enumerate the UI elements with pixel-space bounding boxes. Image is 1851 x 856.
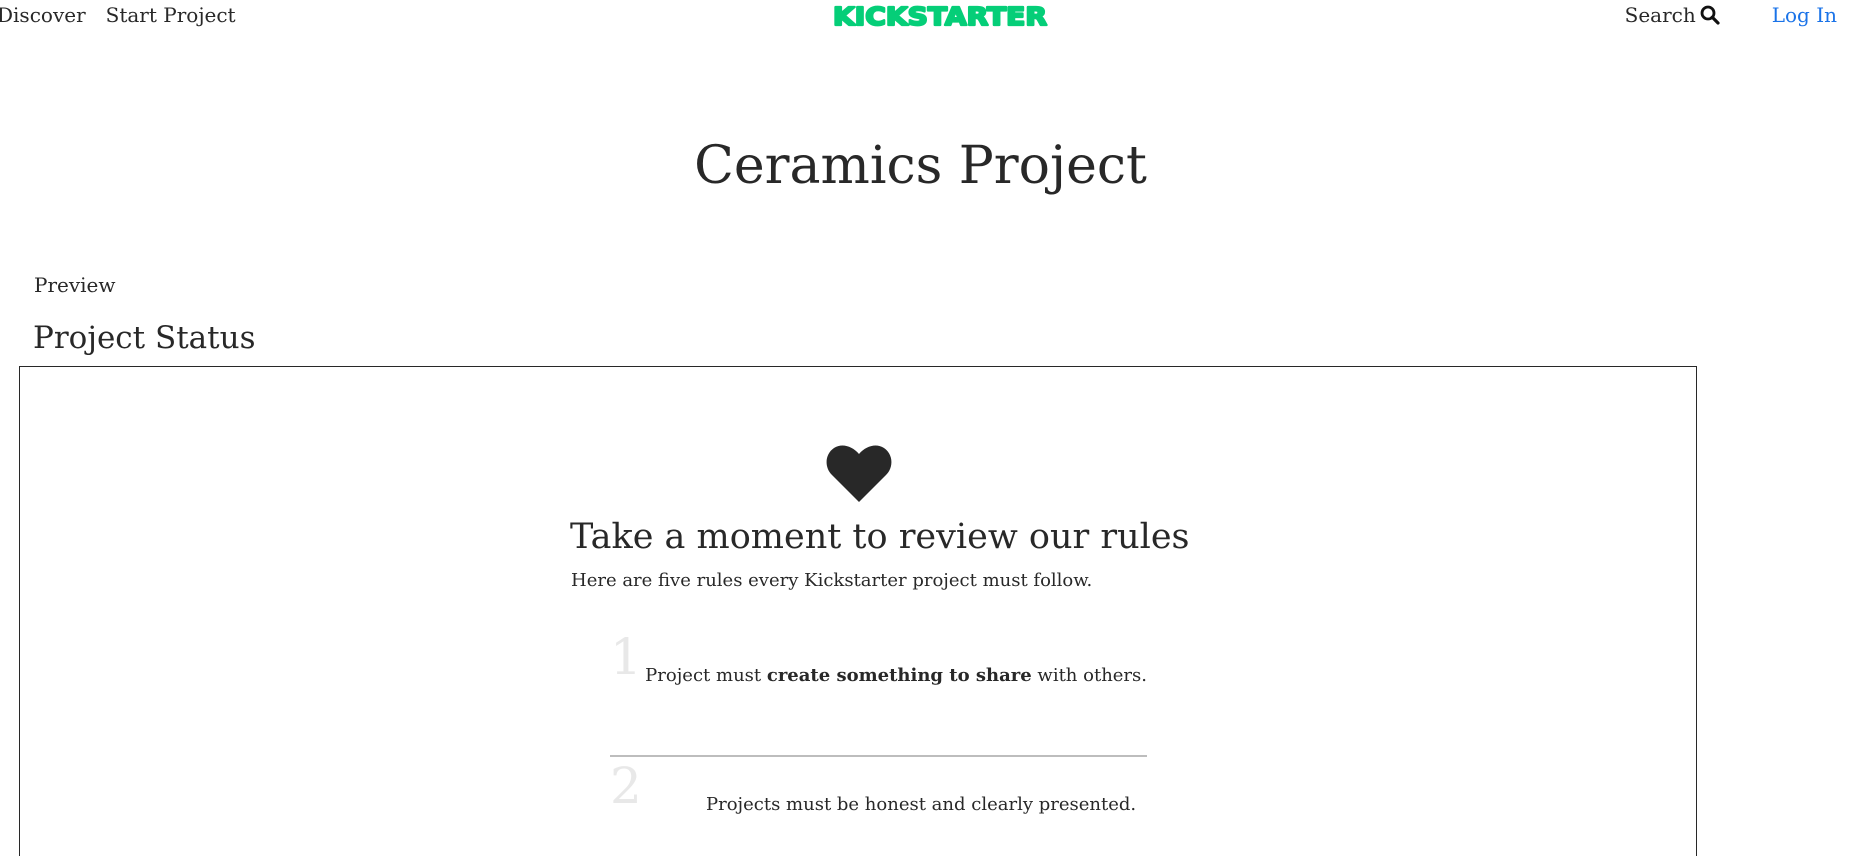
rule-number: 1 bbox=[610, 628, 642, 686]
preview-label: Preview bbox=[34, 273, 116, 297]
rule-text: Projects must be honest and clearly pres… bbox=[706, 794, 1136, 815]
nav-start-project[interactable]: Start Project bbox=[106, 3, 236, 27]
header-nav: Discover Start Project bbox=[0, 0, 236, 30]
rule-text-end: with others. bbox=[1031, 665, 1147, 686]
heart-icon bbox=[826, 445, 892, 502]
rule-text-start: Project must bbox=[645, 665, 767, 686]
page: Discover Start Project KICKSTARTER Searc… bbox=[0, 0, 1851, 856]
header-actions: Search Log In bbox=[1625, 0, 1851, 30]
page-title: Ceramics Project bbox=[0, 136, 1851, 196]
search-icon bbox=[1700, 5, 1720, 25]
login-link[interactable]: Log In bbox=[1772, 3, 1837, 27]
rule-text-start: Projects must be honest and clearly pres… bbox=[706, 794, 1137, 815]
page-title-text: Ceramics Project bbox=[694, 136, 1147, 196]
kickstarter-logo[interactable]: KICKSTARTER bbox=[832, 2, 1048, 30]
rule-text-emphasis: create something to share bbox=[766, 665, 1032, 686]
search-button[interactable]: Search bbox=[1625, 3, 1720, 27]
rule-number: 2 bbox=[610, 757, 642, 815]
logo-text: KICKSTARTER bbox=[833, 2, 1047, 30]
rule-item: 1 Project must create something to share… bbox=[610, 627, 1147, 757]
rule-text: Project must create something to share w… bbox=[645, 665, 1147, 686]
search-label: Search bbox=[1624, 3, 1696, 27]
rules-subheading: Here are five rules every Kickstarter pr… bbox=[571, 570, 1093, 591]
project-status-heading: Project Status bbox=[33, 320, 256, 356]
rule-item: 2 Projects must be honest and clearly pr… bbox=[610, 756, 1147, 856]
nav-discover[interactable]: Discover bbox=[0, 3, 86, 27]
rules-heading: Take a moment to review our rules bbox=[570, 517, 1190, 557]
